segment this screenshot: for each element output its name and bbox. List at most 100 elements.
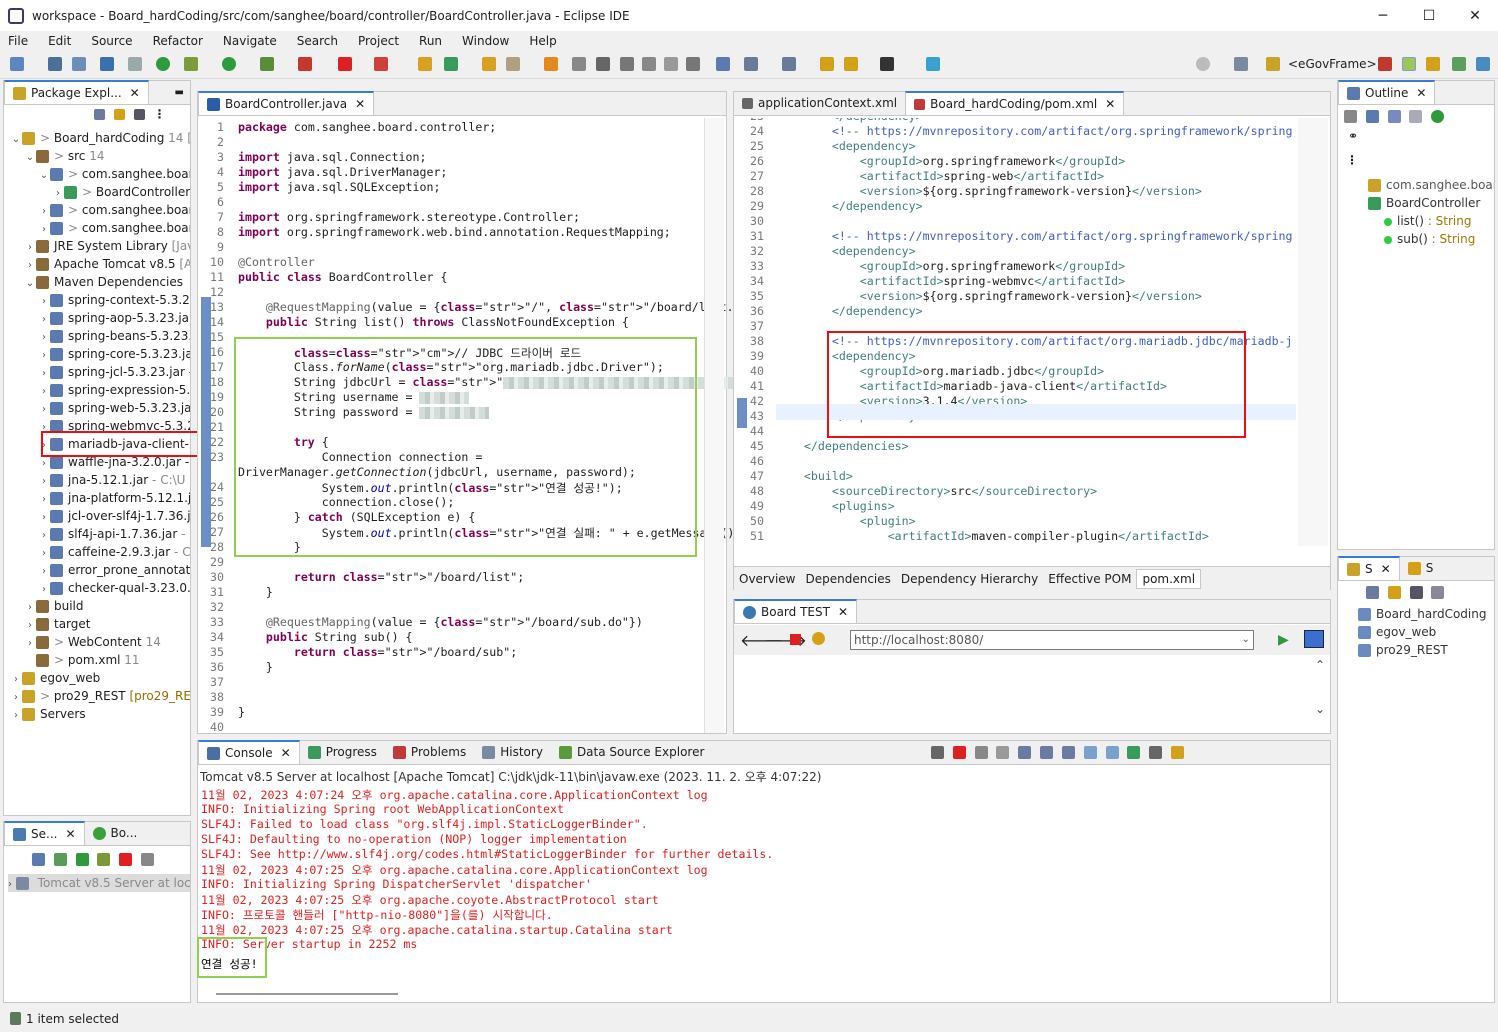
save-icon[interactable]	[48, 57, 62, 71]
close-icon[interactable]: ✕	[1416, 86, 1426, 100]
tree-item[interactable]: › JRE System Library [Java	[4, 237, 190, 255]
tab-console[interactable]: Console ✕	[198, 740, 300, 764]
menu-project[interactable]: Project	[358, 34, 399, 48]
project-item[interactable]: pro29_REST	[1358, 641, 1494, 659]
chevron-right-icon[interactable]: ›	[38, 401, 50, 417]
tab-dependency-hierarchy[interactable]: Dependency Hierarchy	[896, 572, 1043, 586]
chevron-right-icon[interactable]: ›	[38, 473, 50, 489]
chevron-right-icon[interactable]: ›	[38, 311, 50, 327]
save-all-icon[interactable]	[72, 57, 86, 71]
tab-s1[interactable]: S ✕	[1338, 556, 1400, 580]
tree-item[interactable]: › error_prone_annotatic	[4, 561, 190, 579]
remove-all-icon[interactable]	[996, 746, 1010, 759]
menu-window[interactable]: Window	[462, 34, 509, 48]
globe-icon[interactable]	[716, 57, 730, 71]
menu-run[interactable]: Run	[419, 34, 442, 48]
menu-edit[interactable]: Edit	[48, 34, 71, 48]
link-editor-icon[interactable]	[1387, 586, 1401, 599]
tab-applicationcontext-xml[interactable]: applicationContext.xml	[734, 91, 905, 115]
chevron-right-icon[interactable]: ›	[38, 509, 50, 525]
chevron-right-icon[interactable]: ›	[38, 491, 50, 507]
run-icon[interactable]	[222, 57, 236, 71]
debug-perspective-icon[interactable]	[1378, 57, 1392, 71]
server-stop-icon[interactable]	[119, 853, 133, 866]
browser-external-icon[interactable]	[1304, 630, 1324, 648]
menu-refactor[interactable]: Refactor	[153, 34, 203, 48]
close-icon[interactable]: ✕	[838, 605, 848, 619]
show-stderr-icon[interactable]	[1105, 746, 1119, 759]
scroll-up-icon[interactable]: ⌃	[1312, 658, 1328, 672]
open-task-icon[interactable]	[506, 57, 520, 71]
tab-boardcontroller-java[interactable]: BoardController.java ✕	[198, 91, 375, 115]
menu-file[interactable]: File	[8, 34, 28, 48]
sort-icon[interactable]	[1431, 586, 1445, 599]
chevron-right-icon[interactable]: ›	[38, 455, 50, 471]
run-server-icon[interactable]	[156, 57, 170, 71]
tree-item[interactable]: › spring-beans-5.3.23.j	[4, 327, 190, 345]
hide-nonpublic-icon[interactable]	[1409, 110, 1423, 123]
close-icon[interactable]: ✕	[355, 97, 365, 111]
chevron-right-icon[interactable]: ›	[38, 581, 50, 597]
chevron-down-icon[interactable]: ⌄	[24, 275, 36, 291]
chevron-right-icon[interactable]: ›	[24, 257, 36, 273]
open-console-icon[interactable]	[1171, 746, 1185, 759]
tab-dependencies[interactable]: Dependencies	[801, 572, 896, 586]
maximize-button[interactable]: ☐	[1406, 0, 1452, 31]
tab-progress[interactable]: Progress	[300, 740, 385, 764]
tree-item[interactable]: › Servers	[4, 705, 190, 723]
tree-item[interactable]: > pom.xml 11	[4, 651, 190, 669]
tree-item[interactable]: › jna-5.12.1.jar - C:\U	[4, 471, 190, 489]
debug-icon[interactable]	[184, 57, 198, 71]
collapse-all-icon[interactable]	[94, 109, 105, 120]
tab-outline[interactable]: Outline ✕	[1338, 80, 1436, 104]
tab-effective-pom[interactable]: Effective POM	[1043, 572, 1136, 586]
open-perspective-icon[interactable]	[1234, 57, 1248, 71]
chevron-right-icon[interactable]: ›	[52, 185, 64, 201]
chevron-right-icon[interactable]: ›	[24, 617, 36, 633]
open-type-icon[interactable]	[482, 57, 496, 71]
disconnect-icon[interactable]	[374, 57, 388, 71]
tab-overview[interactable]: Overview	[734, 572, 801, 586]
pin-console-icon[interactable]	[1127, 746, 1141, 759]
tab-data-source-explorer[interactable]: Data Source Explorer	[551, 740, 712, 764]
tree-item[interactable]: ⌄ > Board_hardCoding 14 [h	[4, 129, 190, 147]
terminal-icon[interactable]	[100, 57, 114, 71]
browser-url-input[interactable]: http://localhost:8080/ ⌄	[850, 630, 1254, 650]
tree-item[interactable]: › slf4j-api-1.7.36.jar -	[4, 525, 190, 543]
tree-item[interactable]: ⌄ > com.sanghee.boar	[4, 165, 190, 183]
pen-icon[interactable]	[596, 57, 610, 71]
tree-item[interactable]: › > com.sanghee.boar	[4, 201, 190, 219]
chevron-right-icon[interactable]: ›	[38, 347, 50, 363]
tab-history[interactable]: History	[474, 740, 551, 764]
chevron-right-icon[interactable]: ›	[38, 203, 50, 219]
word-wrap-icon[interactable]	[664, 57, 678, 71]
pom-editor-scrollbar[interactable]	[1298, 118, 1328, 546]
tree-item[interactable]: › checker-qual-3.23.0.j	[4, 579, 190, 597]
last-edit-icon[interactable]	[820, 57, 834, 71]
word-wrap-icon[interactable]	[1061, 746, 1075, 759]
close-icon[interactable]: ✕	[281, 746, 291, 760]
chevron-right-icon[interactable]: ›	[10, 707, 22, 723]
tab-package-explorer[interactable]: Package Expl... ✕	[4, 80, 149, 104]
url-dropdown-icon[interactable]: ⌄	[1242, 631, 1250, 649]
tree-item[interactable]: › > com.sanghee.boar	[4, 219, 190, 237]
server-start-icon[interactable]	[53, 853, 67, 866]
tree-item[interactable]: › > BoardController	[4, 183, 190, 201]
java-perspective-icon[interactable]	[1426, 57, 1440, 71]
hide-static-icon[interactable]	[1387, 110, 1401, 123]
tab-servers[interactable]: Se... ✕	[4, 821, 85, 845]
chevron-right-icon[interactable]: ›	[38, 329, 50, 345]
tree-item[interactable]: ⌄ > src 14	[4, 147, 190, 165]
chevron-down-icon[interactable]: ⌄	[10, 131, 22, 147]
tab-board-test[interactable]: Board TEST ✕	[734, 599, 858, 623]
java-ee-perspective-icon[interactable]	[1402, 57, 1416, 71]
browser-go-icon[interactable]: ▶	[1278, 632, 1289, 648]
tab-boot-dashboard[interactable]: Bo...	[85, 821, 146, 845]
tree-item[interactable]: › build	[4, 597, 190, 615]
chevron-right-icon[interactable]: ›	[38, 527, 50, 543]
scroll-down-icon[interactable]: ⌄	[1312, 702, 1328, 716]
perspective-label[interactable]: <eGovFrame>	[1288, 57, 1377, 71]
server-publish-icon[interactable]	[141, 853, 155, 866]
new-icon[interactable]	[10, 57, 24, 71]
browser-stop-icon[interactable]	[790, 634, 801, 645]
